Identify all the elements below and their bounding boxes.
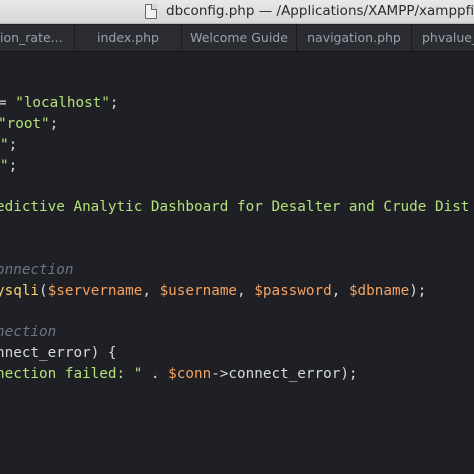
code-line: = "localhost"; [0,93,119,114]
tab-phvalue[interactable]: phvalue_ [412,25,474,51]
window-titlebar: dbconfig.php — /Applications/XAMPP/xampp… [0,0,474,24]
code-token: ); [340,366,358,382]
code-variable: $conn [168,366,212,382]
code-line: edictive Analytic Dashboard for Desalter… [0,197,469,218]
code-string: edictive Analytic Dashboard for Desalter… [0,199,470,215]
code-token: ; [8,137,18,153]
code-variable: $dbname [348,283,410,299]
code-line: "; [0,135,17,156]
code-string: "localhost" [15,95,110,111]
code-comment: onnection [0,262,74,278]
code-string: " [0,137,9,153]
code-line: nection failed: " . $conn->connect_error… [0,364,358,385]
window-title: dbconfig.php — /Applications/XAMPP/xampp… [166,3,474,19]
code-token: ( [39,283,48,299]
code-line: ysqli($servername, $username, $password,… [0,281,426,302]
code-token: . [142,366,169,382]
code-token: ); [409,283,427,299]
code-string: " [0,158,9,174]
tab-bar: ion_rate... index.php Welcome Guide navi… [0,25,474,52]
code-token: ; [109,95,119,111]
php-file-icon [145,4,157,19]
tab-index-php[interactable]: index.php [75,25,182,51]
code-token: , [331,283,349,299]
code-variable: $servername [47,283,143,299]
code-token: -> [211,366,229,382]
code-variable: $username [159,283,238,299]
code-comment-line: onnection [0,260,73,281]
code-comment: nection [0,324,57,340]
code-string: nection failed: " [0,366,143,382]
code-property: connect_error [228,366,341,382]
code-token: = [0,95,7,111]
code-string: "root" [0,116,50,132]
code-line: "root"; [0,114,58,135]
code-comment-line: nection [0,322,56,343]
code-editor[interactable]: = "localhost"; "root"; "; "; edictive An… [0,53,474,474]
code-line: nnect_error) { [0,343,117,364]
code-function: ysqli [0,283,40,299]
code-token: ; [8,158,18,174]
code-line: "; [0,156,17,177]
code-token: ) { [90,345,117,361]
code-property: nnect_error [0,345,91,361]
tab-welcome-guide[interactable]: Welcome Guide [182,25,297,51]
code-variable: $password [254,283,332,299]
code-token: ; [49,116,59,132]
code-token: , [142,283,160,299]
tab-navigation-php[interactable]: navigation.php [297,25,412,51]
code-token: , [237,283,255,299]
tab-ion-rate[interactable]: ion_rate... [0,25,75,51]
